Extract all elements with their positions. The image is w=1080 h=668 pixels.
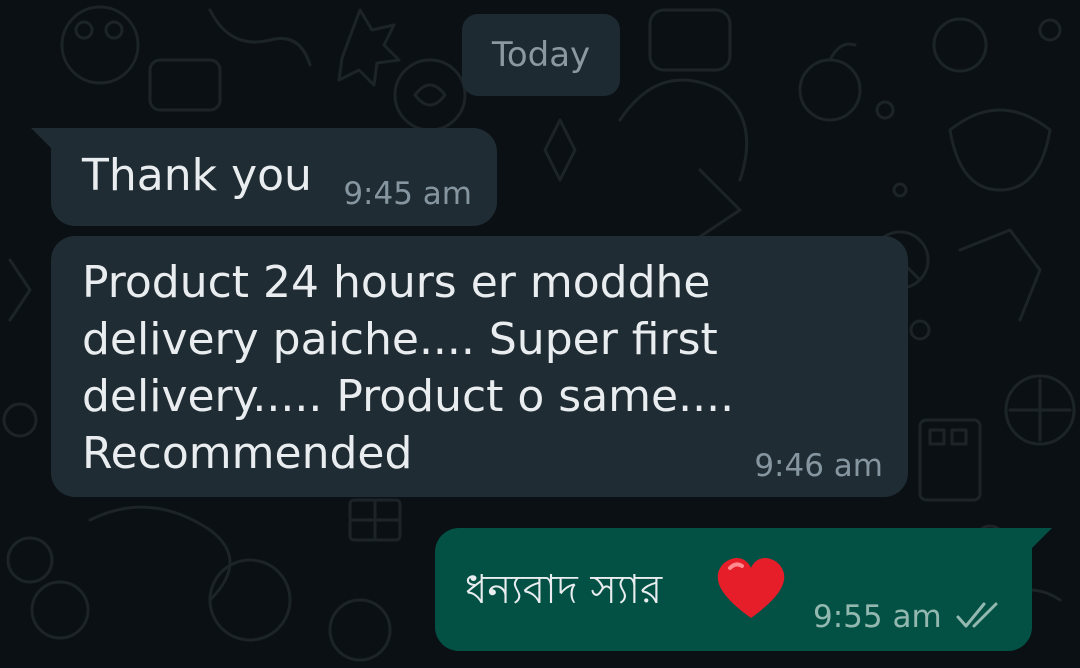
message-text: ধন্যবাদ স্যার	[465, 567, 663, 613]
bubble-tail	[31, 128, 53, 150]
message-text: Thank you	[82, 150, 312, 201]
message-timestamp: 9:55 am	[813, 599, 942, 635]
message-timestamp: 9:46 am	[754, 448, 883, 484]
bubble-tail	[1030, 528, 1052, 550]
message-timestamp: 9:45 am	[343, 176, 472, 212]
heart-emoji-icon	[717, 558, 785, 618]
incoming-message-bubble[interactable]: Product 24 hours er moddhe delivery paic…	[51, 236, 908, 497]
date-separator: Today	[462, 14, 620, 96]
incoming-message-bubble[interactable]: Thank you 9:45 am	[31, 128, 497, 226]
read-double-check-icon	[956, 602, 998, 628]
outgoing-message-bubble[interactable]: ধন্যবাদ স্যার 9:55 am	[435, 528, 1052, 651]
